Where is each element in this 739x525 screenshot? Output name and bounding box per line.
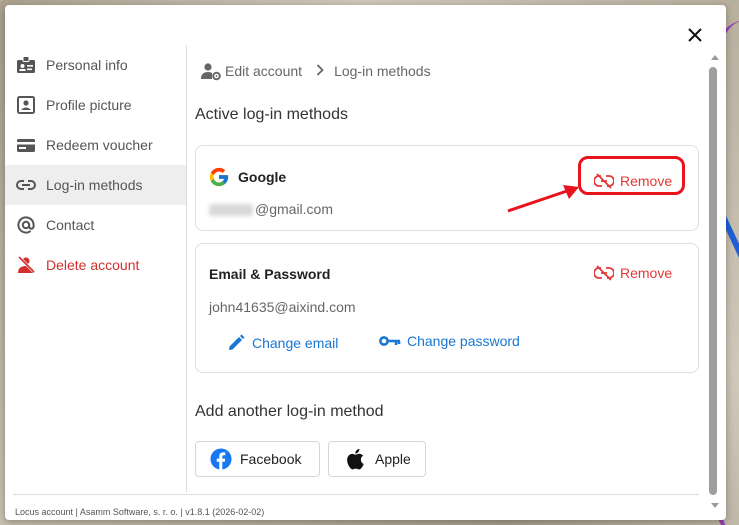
google-icon <box>208 166 230 188</box>
apple-label: Apple <box>375 451 411 467</box>
google-title: Google <box>209 166 286 188</box>
change-email-label: Change email <box>252 335 339 351</box>
facebook-button[interactable]: Facebook <box>195 441 320 477</box>
sidebar-item-log-in-methods[interactable]: Log-in methods <box>5 165 186 205</box>
chevron-right-icon <box>316 63 324 79</box>
user-settings-icon <box>200 61 222 81</box>
change-email-button[interactable]: Change email <box>226 333 338 353</box>
active-methods-title: Active log-in methods <box>195 106 348 123</box>
sidebar-item-delete-account[interactable]: Delete account <box>5 245 186 285</box>
close-icon <box>688 28 702 42</box>
id-badge-icon <box>15 54 37 76</box>
sidebar-item-personal-info[interactable]: Personal info <box>5 45 186 85</box>
sidebar-item-label: Profile picture <box>46 97 132 113</box>
sidebar-item-label: Delete account <box>46 257 140 273</box>
apple-button[interactable]: Apple <box>328 441 426 477</box>
remove-highlight-box <box>578 156 685 195</box>
scroll-up-icon[interactable] <box>711 55 719 60</box>
link-off-icon <box>594 265 614 281</box>
redacted-text <box>209 204 253 217</box>
sidebar-item-label: Personal info <box>46 57 128 73</box>
email-method-card: Email & Password john41635@aixind.com Re… <box>195 243 699 373</box>
breadcrumb: Edit account Log-in methods <box>200 59 431 83</box>
footer-divider <box>13 494 699 495</box>
voucher-card-icon <box>15 134 37 156</box>
google-label: Google <box>238 169 287 185</box>
sidebar-divider <box>186 45 187 492</box>
breadcrumb-current: Log-in methods <box>334 63 431 79</box>
sidebar-item-contact[interactable]: Contact <box>5 205 186 245</box>
breadcrumb-edit-account[interactable]: Edit account <box>225 63 302 79</box>
account-dialog: Personal info Profile picture Redeem vou… <box>5 5 726 520</box>
account-email: john41635@aixind.com <box>209 299 356 315</box>
annotation-arrow-icon <box>507 185 579 213</box>
google-email: @gmail.com <box>209 201 333 217</box>
portrait-icon <box>15 94 37 116</box>
facebook-label: Facebook <box>240 451 302 467</box>
email-remove-button[interactable]: Remove <box>594 265 672 281</box>
at-sign-icon <box>15 214 37 236</box>
apple-icon <box>345 448 365 470</box>
scroll-thumb[interactable] <box>709 67 717 495</box>
email-password-title: Email & Password <box>209 266 331 282</box>
change-password-button[interactable]: Change password <box>379 333 520 349</box>
key-icon <box>379 334 401 348</box>
change-password-label: Change password <box>407 333 520 349</box>
sidebar-item-redeem-voucher[interactable]: Redeem voucher <box>5 125 186 165</box>
close-button[interactable] <box>684 24 706 46</box>
pencil-icon <box>226 333 246 353</box>
facebook-icon <box>210 448 232 470</box>
link-icon <box>15 174 37 196</box>
google-email-suffix: @gmail.com <box>255 201 334 217</box>
footer-text: Locus account | Asamm Software, s. r. o.… <box>15 507 265 517</box>
sidebar-item-label: Log-in methods <box>46 177 143 193</box>
scroll-down-icon[interactable] <box>711 503 719 508</box>
sidebar-item-profile-picture[interactable]: Profile picture <box>5 85 186 125</box>
sidebar: Personal info Profile picture Redeem vou… <box>5 45 186 285</box>
sidebar-item-label: Contact <box>46 217 95 233</box>
person-remove-icon <box>15 254 37 276</box>
email-remove-label: Remove <box>620 265 673 281</box>
add-method-title: Add another log-in method <box>195 403 384 420</box>
scrollbar[interactable] <box>709 55 721 510</box>
sidebar-item-label: Redeem voucher <box>46 137 153 153</box>
